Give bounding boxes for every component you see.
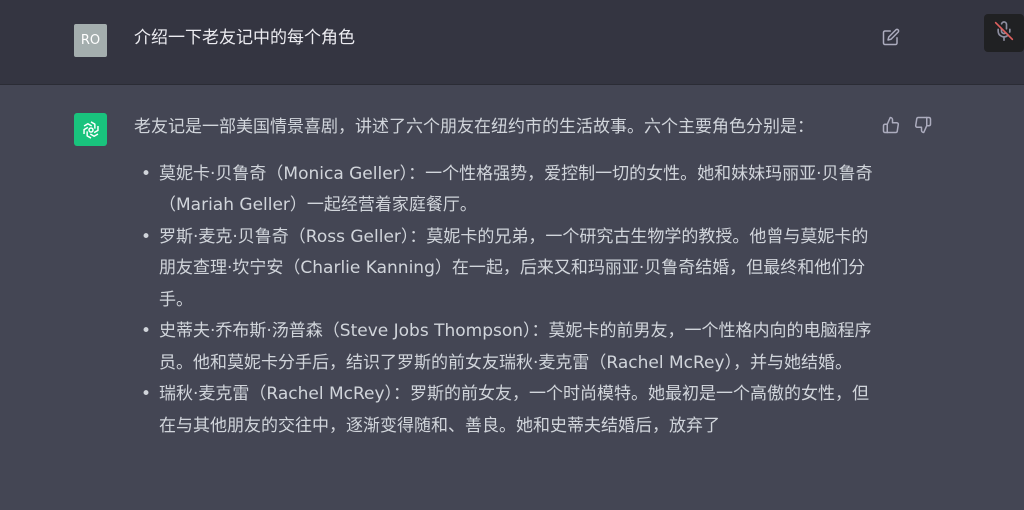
thumbs-up-icon[interactable] [882,116,900,134]
list-item: 瑞秋·麦克雷（Rachel McRey）：罗斯的前女友，一个时尚模特。她最初是一… [141,379,874,442]
list-item: 史蒂夫·乔布斯·汤普森（Steve Jobs Thompson）：莫妮卡的前男友… [141,316,874,379]
user-message-row: RO 介绍一下老友记中的每个角色 [0,0,1024,85]
edit-icon[interactable] [882,28,900,46]
thumbs-down-icon[interactable] [914,116,932,134]
openai-logo-icon [74,113,107,146]
mic-off-icon [994,21,1014,45]
assistant-message-content: 老友记是一部美国情景喜剧，讲述了六个朋友在纽约市的生活故事。六个主要角色分别是：… [134,112,874,442]
user-avatar: RO [74,24,107,57]
assistant-intro: 老友记是一部美国情景喜剧，讲述了六个朋友在纽约市的生活故事。六个主要角色分别是： [134,117,814,137]
feedback-buttons [882,116,932,134]
user-message-text: 介绍一下老友记中的每个角色 [134,28,355,48]
character-list: 莫妮卡·贝鲁奇（Monica Geller）：一个性格强势，爱控制一切的女性。她… [134,159,874,443]
list-item: 罗斯·麦克·贝鲁奇（Ross Geller）：莫妮卡的兄弟，一个研究古生物学的教… [141,222,874,317]
mic-off-button[interactable] [984,14,1024,52]
list-item: 莫妮卡·贝鲁奇（Monica Geller）：一个性格强势，爱控制一切的女性。她… [141,159,874,222]
